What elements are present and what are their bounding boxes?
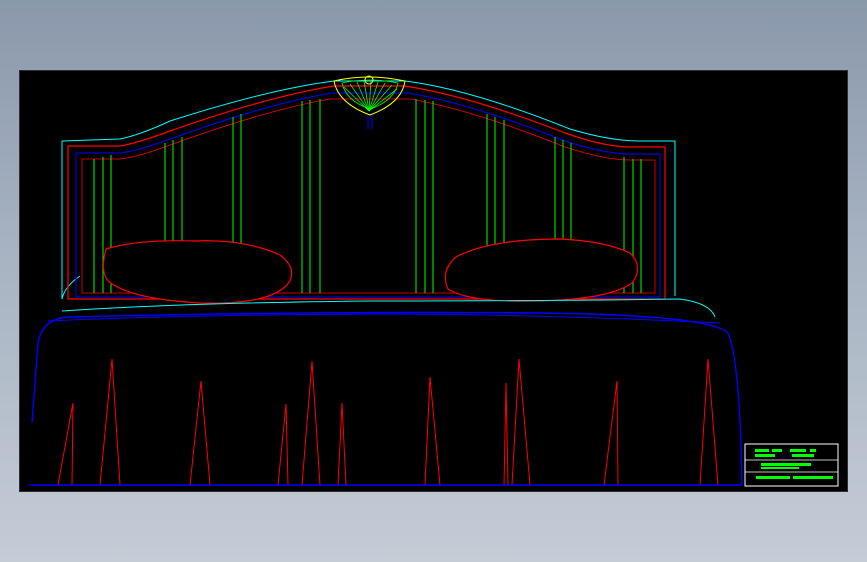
- bedspread-outline: [31, 311, 743, 486]
- pillow-right: [444, 238, 639, 302]
- crest-carving: [333, 75, 406, 129]
- title-block: [744, 443, 839, 487]
- pillow-left: [102, 240, 293, 304]
- headboard-drawing: [28, 75, 839, 487]
- drape-folds: [57, 358, 719, 486]
- cad-drawing-viewport[interactable]: [20, 71, 847, 491]
